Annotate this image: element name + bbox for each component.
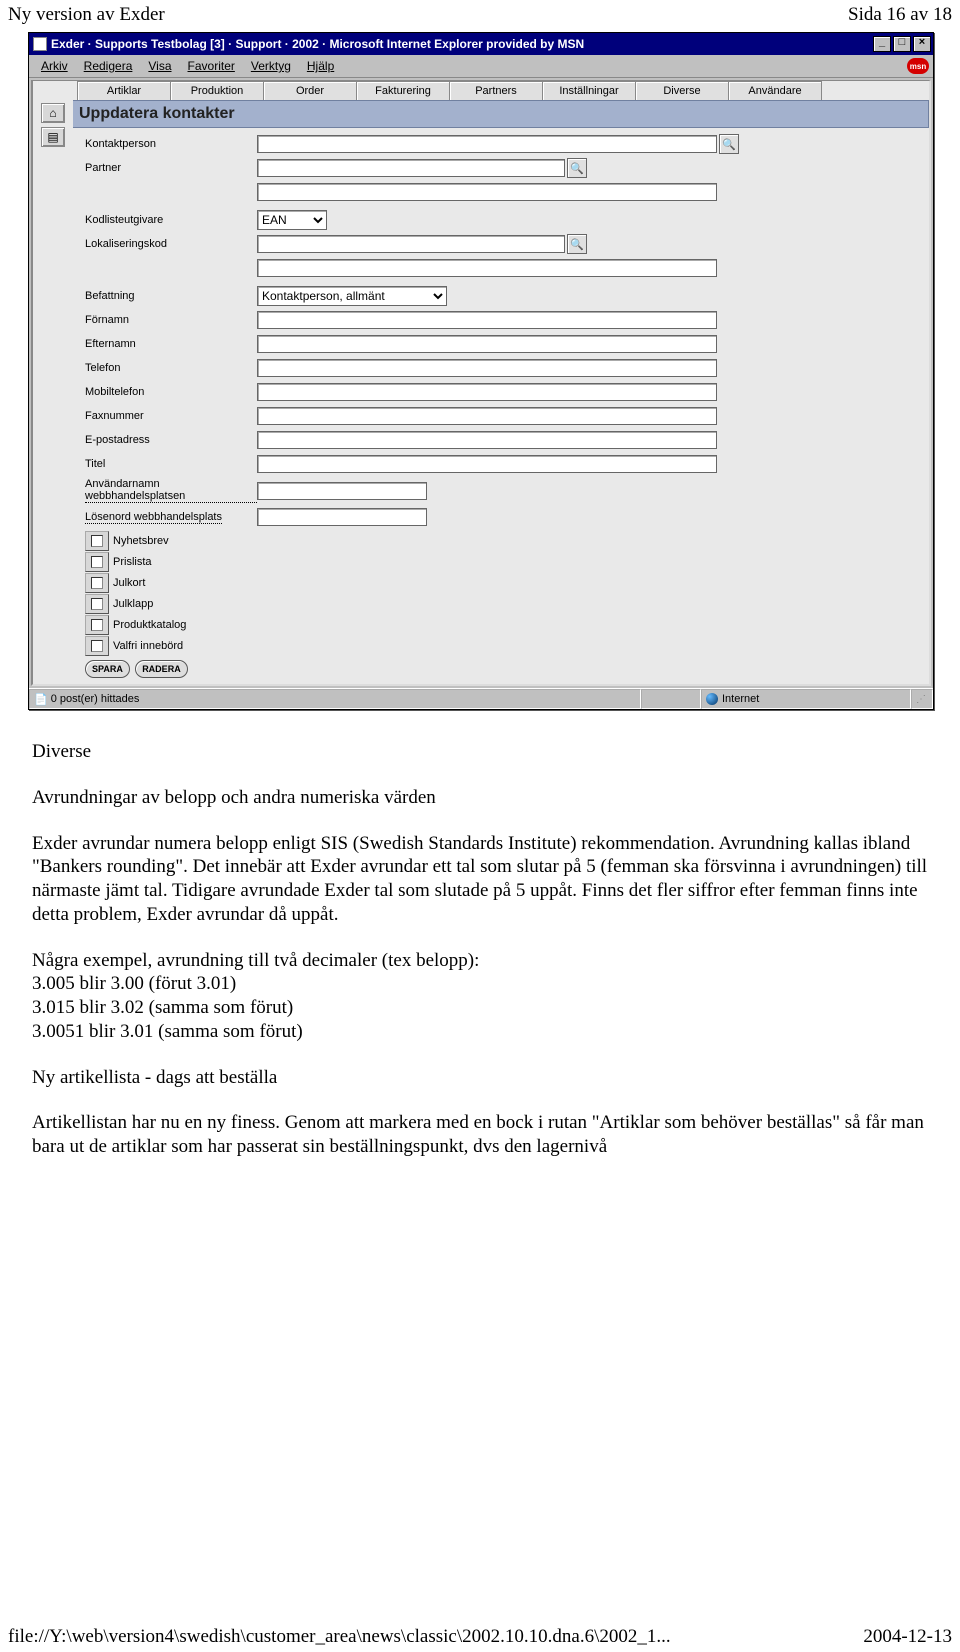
ie-titlebar: Exder · Supports Testbolag [3] · Support… xyxy=(29,33,933,55)
paragraph-avrundning: Exder avrundar numera belopp enligt SIS … xyxy=(32,832,928,927)
label-kontaktperson: Kontaktperson xyxy=(85,138,257,150)
input-efternamn[interactable] xyxy=(257,335,717,353)
heading-artikellista: Ny artikellista - dags att beställa xyxy=(32,1066,928,1090)
status-bar: 📄 0 post(er) hittades Internet ⋰ xyxy=(29,688,933,709)
input-telefon[interactable] xyxy=(257,359,717,377)
input-mobiltelefon[interactable] xyxy=(257,383,717,401)
label-telefon: Telefon xyxy=(85,362,257,374)
heading-avrundningar: Avrundningar av belopp och andra numeris… xyxy=(32,786,928,810)
label-lokaliseringskod: Lokaliseringskod xyxy=(85,238,257,250)
input-faxnummer[interactable] xyxy=(257,407,717,425)
msn-icon: msn xyxy=(907,58,929,74)
label-produktkatalog: Produktkatalog xyxy=(113,619,186,631)
label-efternamn: Efternamn xyxy=(85,338,257,350)
input-fornamn[interactable] xyxy=(257,311,717,329)
home-icon[interactable]: ⌂ xyxy=(41,103,65,123)
menu-arkiv[interactable]: Arkiv xyxy=(33,57,76,75)
label-julkort: Julkort xyxy=(113,577,145,589)
input-lokaliseringskod-extra[interactable] xyxy=(257,259,717,277)
checkbox-julkort[interactable] xyxy=(85,573,109,593)
status-text: 0 post(er) hittades xyxy=(51,693,140,705)
window-title: Exder · Supports Testbolag [3] · Support… xyxy=(51,37,873,51)
checkbox-produktkatalog[interactable] xyxy=(85,615,109,635)
tab-artiklar[interactable]: Artiklar xyxy=(77,81,171,100)
tab-installningar[interactable]: Inställningar xyxy=(542,81,636,100)
delete-button[interactable]: RADERA xyxy=(135,660,188,678)
label-losenord: Lösenord webbhandelsplats xyxy=(85,511,257,524)
checkbox-prislista[interactable] xyxy=(85,552,109,572)
menu-hjalp[interactable]: Hjälp xyxy=(299,57,342,75)
input-lokaliseringskod[interactable] xyxy=(257,235,565,253)
label-faxnummer: Faxnummer xyxy=(85,410,257,422)
ie-menubar: Arkiv Redigera Visa Favoriter Verktyg Hj… xyxy=(29,55,933,78)
doc-title: Ny version av Exder xyxy=(8,4,165,26)
tab-anvandare[interactable]: Användare xyxy=(728,81,822,100)
ie-window: Exder · Supports Testbolag [3] · Support… xyxy=(28,32,934,710)
save-button[interactable]: SPARA xyxy=(85,660,130,678)
menu-visa[interactable]: Visa xyxy=(140,57,179,75)
window-close-button[interactable]: × xyxy=(913,36,931,52)
tab-strip: Artiklar Produktion Order Fakturering Pa… xyxy=(33,81,929,100)
heading-diverse: Diverse xyxy=(32,740,928,764)
input-losenord[interactable] xyxy=(257,508,427,526)
label-kodlisteutgivare: Kodlisteutgivare xyxy=(85,214,257,226)
window-maximize-button[interactable]: □ xyxy=(893,36,911,52)
section-title: Uppdatera kontakter xyxy=(73,100,929,128)
label-partner: Partner xyxy=(85,162,257,174)
window-minimize-button[interactable]: _ xyxy=(873,36,891,52)
checkbox-julklapp[interactable] xyxy=(85,594,109,614)
tab-order[interactable]: Order xyxy=(263,81,357,100)
tab-diverse[interactable]: Diverse xyxy=(635,81,729,100)
label-nyhetsbrev: Nyhetsbrev xyxy=(113,535,169,547)
label-befattning: Befattning xyxy=(85,290,257,302)
footer-date: 2004-12-13 xyxy=(863,1626,952,1648)
globe-icon xyxy=(706,693,718,705)
paragraph-artikellista: Artikellistan har nu en ny finess. Genom… xyxy=(32,1111,928,1159)
menu-favoriter[interactable]: Favoriter xyxy=(180,57,243,75)
ie-app-icon xyxy=(33,37,47,51)
page-counter: Sida 16 av 18 xyxy=(848,4,952,26)
search-lokaliseringskod-icon[interactable]: 🔍 xyxy=(567,234,587,254)
tab-fakturering[interactable]: Fakturering xyxy=(356,81,450,100)
footer-path: file://Y:\web\version4\swedish\customer_… xyxy=(8,1626,671,1648)
label-anvandarnamn: Användarnamn webbhandelsplatsen xyxy=(85,478,257,503)
select-kodlisteutgivare[interactable]: EAN xyxy=(257,210,327,230)
resize-grip-icon[interactable]: ⋰ xyxy=(911,689,933,709)
document-icon: 📄 xyxy=(34,693,48,706)
input-titel[interactable] xyxy=(257,455,717,473)
label-valfri: Valfri innebörd xyxy=(113,640,183,652)
input-partner-extra[interactable] xyxy=(257,183,717,201)
label-prislista: Prislista xyxy=(113,556,152,568)
checkbox-valfri[interactable] xyxy=(85,636,109,656)
input-partner[interactable] xyxy=(257,159,565,177)
zone-label: Internet xyxy=(722,693,759,705)
select-befattning[interactable]: Kontaktperson, allmänt xyxy=(257,286,447,306)
paragraph-exempel: Några exempel, avrundning till två decim… xyxy=(32,949,928,1044)
search-kontaktperson-icon[interactable]: 🔍 xyxy=(719,134,739,154)
label-fornamn: Förnamn xyxy=(85,314,257,326)
input-anvandarnamn[interactable] xyxy=(257,482,427,500)
menu-verktyg[interactable]: Verktyg xyxy=(243,57,299,75)
label-epost: E-postadress xyxy=(85,434,257,446)
input-kontaktperson[interactable] xyxy=(257,135,717,153)
label-julklapp: Julklapp xyxy=(113,598,153,610)
checkbox-nyhetsbrev[interactable] xyxy=(85,531,109,551)
label-mobiltelefon: Mobiltelefon xyxy=(85,386,257,398)
search-partner-icon[interactable]: 🔍 xyxy=(567,158,587,178)
tab-produktion[interactable]: Produktion xyxy=(170,81,264,100)
input-epost[interactable] xyxy=(257,431,717,449)
label-titel: Titel xyxy=(85,458,257,470)
tab-partners[interactable]: Partners xyxy=(449,81,543,100)
menu-redigera[interactable]: Redigera xyxy=(76,57,141,75)
